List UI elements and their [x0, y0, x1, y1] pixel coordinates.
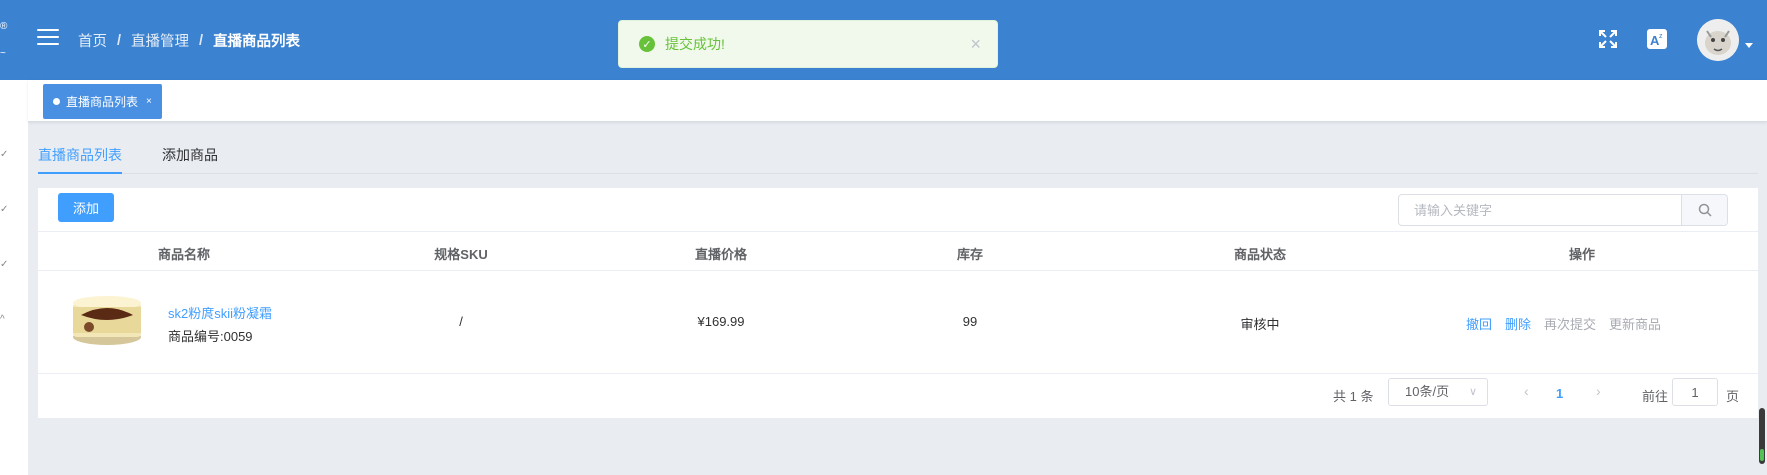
chevron-down-icon[interactable]: ✓ — [0, 205, 10, 215]
hamburger-icon[interactable] — [37, 29, 59, 47]
goto-label: 前往 — [1642, 389, 1669, 404]
active-dot-icon — [53, 98, 60, 105]
column-header-sku: 规格SKU — [434, 247, 488, 262]
toast-message: 提交成功! — [665, 36, 725, 52]
column-header-stock: 库存 — [956, 247, 984, 262]
chevron-down-icon[interactable]: ✓ — [0, 260, 10, 270]
close-icon[interactable]: × — [146, 96, 152, 107]
resubmit-button[interactable]: 再次提交 — [1544, 314, 1596, 333]
column-header-price: 直播价格 — [694, 247, 748, 262]
tab-add-product[interactable]: 添加商品 — [162, 145, 218, 165]
sidebar-logo-area: ® ~ — [0, 0, 28, 80]
scrollbar[interactable] — [1759, 408, 1765, 464]
page-size-select[interactable]: 10条/页 ∨ — [1388, 378, 1488, 406]
update-product-button[interactable]: 更新商品 — [1609, 314, 1661, 333]
column-header-actions: 操作 — [1568, 247, 1596, 262]
column-header-status: 商品状态 — [1233, 247, 1287, 262]
breadcrumb-home[interactable]: 首页 — [78, 30, 107, 51]
chevron-up-icon[interactable]: ^ — [0, 315, 10, 325]
product-code: 商品编号:0059 — [168, 329, 253, 344]
page-size-value: 10条/页 — [1405, 384, 1450, 399]
search-input[interactable] — [1399, 195, 1681, 225]
tag-live-products[interactable]: 直播商品列表 × — [43, 84, 162, 119]
breadcrumb-separator: / — [117, 32, 122, 49]
fullscreen-icon[interactable] — [1597, 28, 1619, 50]
chevron-down-icon[interactable]: ✓ — [0, 150, 10, 160]
prev-page-icon[interactable]: ‹ — [1524, 383, 1529, 399]
breadcrumb-live-management[interactable]: 直播管理 — [131, 30, 189, 51]
breadcrumb: 首页 / 直播管理 / 直播商品列表 — [78, 30, 300, 51]
success-toast: ✓ 提交成功! × — [618, 20, 998, 68]
cell-sku: / — [459, 314, 463, 329]
tab-live-product-list[interactable]: 直播商品列表 — [38, 145, 122, 165]
search-box — [1398, 194, 1728, 226]
breadcrumb-current: 直播商品列表 — [213, 34, 301, 50]
chevron-down-icon[interactable] — [1745, 43, 1753, 48]
cell-price: ¥169.99 — [697, 314, 745, 329]
pagination: 共 1 条 10条/页 ∨ ‹ 1 › 前往 页 — [38, 375, 1758, 415]
goto-page-input[interactable] — [1672, 378, 1718, 406]
page-suffix-label: 页 — [1726, 389, 1740, 404]
table-row: sk2粉庹skii粉凝霜 商品编号:0059 / ¥169.99 99 审核中 … — [38, 271, 1758, 374]
cell-stock: 99 — [962, 314, 978, 329]
product-table-card: 添加 商品名称 规格SKU 直播价格 库存 商品状态 操作 — [38, 188, 1758, 418]
table-header: 商品名称 规格SKU 直播价格 库存 商品状态 操作 — [38, 231, 1758, 271]
next-page-icon[interactable]: › — [1596, 383, 1601, 399]
product-image — [67, 293, 147, 348]
product-table: 商品名称 规格SKU 直播价格 库存 商品状态 操作 sk2粉庹skii粉凝霜 … — [38, 231, 1758, 374]
logo-tilde-icon: ~ — [0, 48, 6, 59]
cell-status: 审核中 — [1240, 317, 1280, 332]
column-header-name: 商品名称 — [157, 247, 211, 262]
content-tabs: 直播商品列表 添加商品 — [38, 135, 1758, 174]
tab-active-indicator — [38, 172, 122, 174]
search-icon[interactable] — [1681, 195, 1727, 225]
tags-bar: 直播商品列表 × — [28, 80, 1767, 122]
breadcrumb-separator: / — [199, 32, 204, 49]
chevron-down-icon: ∨ — [1468, 386, 1477, 398]
withdraw-button[interactable]: 撤回 — [1466, 314, 1492, 333]
delete-button[interactable]: 删除 — [1505, 314, 1531, 333]
check-circle-icon: ✓ — [639, 36, 655, 52]
page-number-current[interactable]: 1 — [1556, 386, 1563, 401]
avatar[interactable] — [1697, 19, 1739, 61]
pagination-total: 共 1 条 — [1333, 389, 1374, 404]
product-name-link[interactable]: sk2粉庹skii粉凝霜 — [168, 303, 272, 322]
svg-text:z: z — [1659, 33, 1663, 40]
tag-label: 直播商品列表 — [66, 95, 139, 109]
translate-icon[interactable]: A z — [1647, 29, 1667, 49]
logo-icon: ® — [0, 21, 8, 32]
add-button[interactable]: 添加 — [58, 193, 114, 222]
close-icon[interactable]: × — [970, 35, 981, 53]
